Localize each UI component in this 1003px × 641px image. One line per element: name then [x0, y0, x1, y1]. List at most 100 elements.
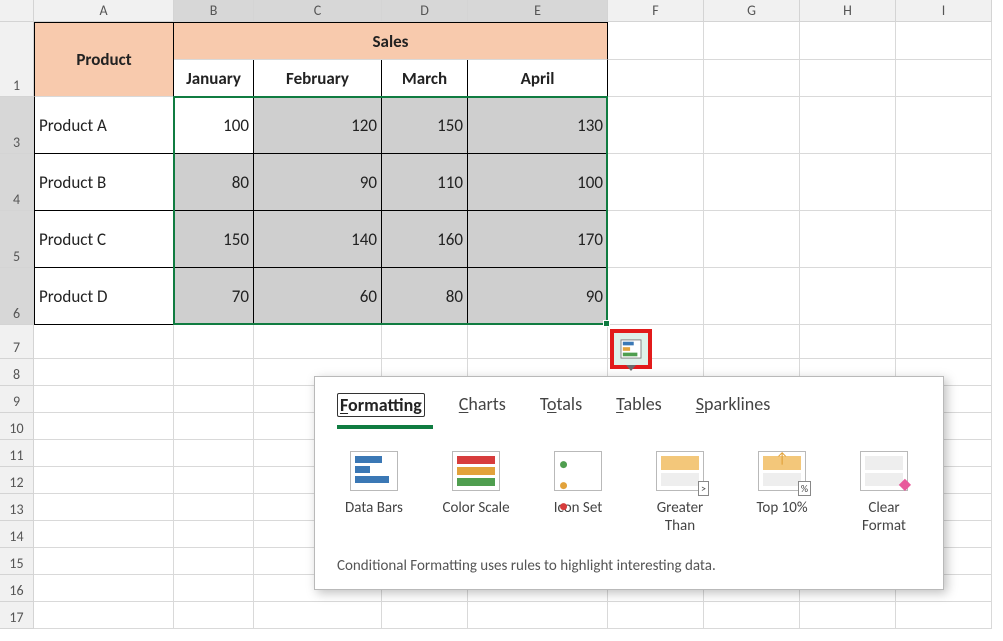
col-header-I[interactable]: I — [896, 0, 992, 22]
tab-charts[interactable]: Charts — [459, 393, 506, 417]
cell-F3[interactable] — [608, 97, 704, 154]
col-header-B[interactable]: B — [174, 0, 254, 22]
cell-C7[interactable] — [254, 325, 382, 359]
cell-H3[interactable] — [800, 97, 896, 154]
row-header-14[interactable]: 14 — [0, 521, 34, 548]
product-header[interactable]: Product — [34, 22, 174, 97]
row-header-1-2[interactable]: 1 — [0, 22, 34, 97]
tab-tables[interactable]: Tables — [616, 393, 662, 417]
cell-G5[interactable] — [704, 211, 800, 268]
row-header-8[interactable]: 8 — [0, 359, 34, 386]
cell-G4[interactable] — [704, 154, 800, 211]
cell-E4[interactable]: 100 — [468, 154, 608, 211]
option-color-scale[interactable]: Color Scale — [439, 451, 513, 535]
cell-G1[interactable] — [704, 22, 800, 60]
cell-I2[interactable] — [896, 60, 992, 97]
col-header-D[interactable]: D — [382, 0, 468, 22]
cell-C4[interactable]: 90 — [254, 154, 382, 211]
select-all-corner[interactable] — [0, 0, 34, 22]
row-header-4[interactable]: 4 — [0, 154, 34, 211]
col-header-F[interactable]: F — [608, 0, 704, 22]
cell-E6[interactable]: 90 — [468, 268, 608, 325]
col-header-A[interactable]: A — [34, 0, 174, 22]
cell-C6[interactable]: 60 — [254, 268, 382, 325]
option-icon-set[interactable]: ● ● ● Icon Set — [541, 451, 615, 535]
row-header-3[interactable]: 3 — [0, 97, 34, 154]
month-jan[interactable]: January — [174, 60, 254, 97]
row-header-12[interactable]: 12 — [0, 467, 34, 494]
quick-analysis-button[interactable] — [610, 329, 652, 369]
cell-C3[interactable]: 120 — [254, 97, 382, 154]
col-header-G[interactable]: G — [704, 0, 800, 22]
row-header-7[interactable]: 7 — [0, 325, 34, 359]
option-data-bars[interactable]: Data Bars — [337, 451, 411, 535]
cell-B5[interactable]: 150 — [174, 211, 254, 268]
cell-I5[interactable] — [896, 211, 992, 268]
cell-D3[interactable]: 150 — [382, 97, 468, 154]
cell-I6[interactable] — [896, 268, 992, 325]
cell-H1[interactable] — [800, 22, 896, 60]
option-label: Data Bars — [345, 499, 403, 517]
option-top-10[interactable]: ↑ % Top 10% — [745, 451, 819, 535]
cell-A7[interactable] — [34, 325, 174, 359]
greater-than-icon: > — [656, 451, 704, 491]
cell-B7[interactable] — [174, 325, 254, 359]
cell-H2[interactable] — [800, 60, 896, 97]
cell-E7[interactable] — [468, 325, 608, 359]
cell-H6[interactable] — [800, 268, 896, 325]
month-apr[interactable]: April — [468, 60, 608, 97]
cell-I1[interactable] — [896, 22, 992, 60]
row-header-5[interactable]: 5 — [0, 211, 34, 268]
tab-totals[interactable]: Totals — [540, 393, 582, 417]
product-d[interactable]: Product D — [34, 268, 174, 325]
cell-F4[interactable] — [608, 154, 704, 211]
cell-B4[interactable]: 80 — [174, 154, 254, 211]
col-header-E[interactable]: E — [468, 0, 608, 22]
product-b[interactable]: Product B — [34, 154, 174, 211]
row-header-9[interactable]: 9 — [0, 386, 34, 413]
col-header-H[interactable]: H — [800, 0, 896, 22]
cell-B6[interactable]: 70 — [174, 268, 254, 325]
product-c[interactable]: Product C — [34, 211, 174, 268]
product-a[interactable]: Product A — [34, 97, 174, 154]
option-clear-format[interactable]: ◆ Clear Format — [847, 451, 921, 535]
row-header-13[interactable]: 13 — [0, 494, 34, 521]
option-greater-than[interactable]: > Greater Than — [643, 451, 717, 535]
cell-F2[interactable] — [608, 60, 704, 97]
cell-D6[interactable]: 80 — [382, 268, 468, 325]
cell-D4[interactable]: 110 — [382, 154, 468, 211]
row-header-17[interactable]: 17 — [0, 602, 34, 629]
row-header-16[interactable]: 16 — [0, 575, 34, 602]
cell-I3[interactable] — [896, 97, 992, 154]
cell-I7[interactable] — [896, 325, 992, 359]
cell-G3[interactable] — [704, 97, 800, 154]
row-header-6[interactable]: 6 — [0, 268, 34, 325]
month-mar[interactable]: March — [382, 60, 468, 97]
cell-G2[interactable] — [704, 60, 800, 97]
quick-analysis-panel: FFormattingormatting Charts Totals Table… — [314, 376, 944, 590]
row-header-11[interactable]: 11 — [0, 440, 34, 467]
tab-sparklines[interactable]: Sparklines — [696, 393, 771, 417]
cell-H7[interactable] — [800, 325, 896, 359]
col-header-C[interactable]: C — [254, 0, 382, 22]
cell-D7[interactable] — [382, 325, 468, 359]
cell-F6[interactable] — [608, 268, 704, 325]
tab-formatting[interactable]: FFormattingormatting — [337, 393, 425, 417]
cell-E3[interactable]: 130 — [468, 97, 608, 154]
cell-F5[interactable] — [608, 211, 704, 268]
option-label: Top 10% — [756, 499, 807, 517]
cell-D5[interactable]: 160 — [382, 211, 468, 268]
cell-G7[interactable] — [704, 325, 800, 359]
cell-H5[interactable] — [800, 211, 896, 268]
cell-F1[interactable] — [608, 22, 704, 60]
row-header-10[interactable]: 10 — [0, 413, 34, 440]
cell-B3[interactable]: 100 — [174, 97, 254, 154]
cell-G6[interactable] — [704, 268, 800, 325]
month-feb[interactable]: February — [254, 60, 382, 97]
sales-header[interactable]: Sales — [174, 22, 608, 60]
cell-C5[interactable]: 140 — [254, 211, 382, 268]
cell-H4[interactable] — [800, 154, 896, 211]
cell-I4[interactable] — [896, 154, 992, 211]
row-header-15[interactable]: 15 — [0, 548, 34, 575]
cell-E5[interactable]: 170 — [468, 211, 608, 268]
